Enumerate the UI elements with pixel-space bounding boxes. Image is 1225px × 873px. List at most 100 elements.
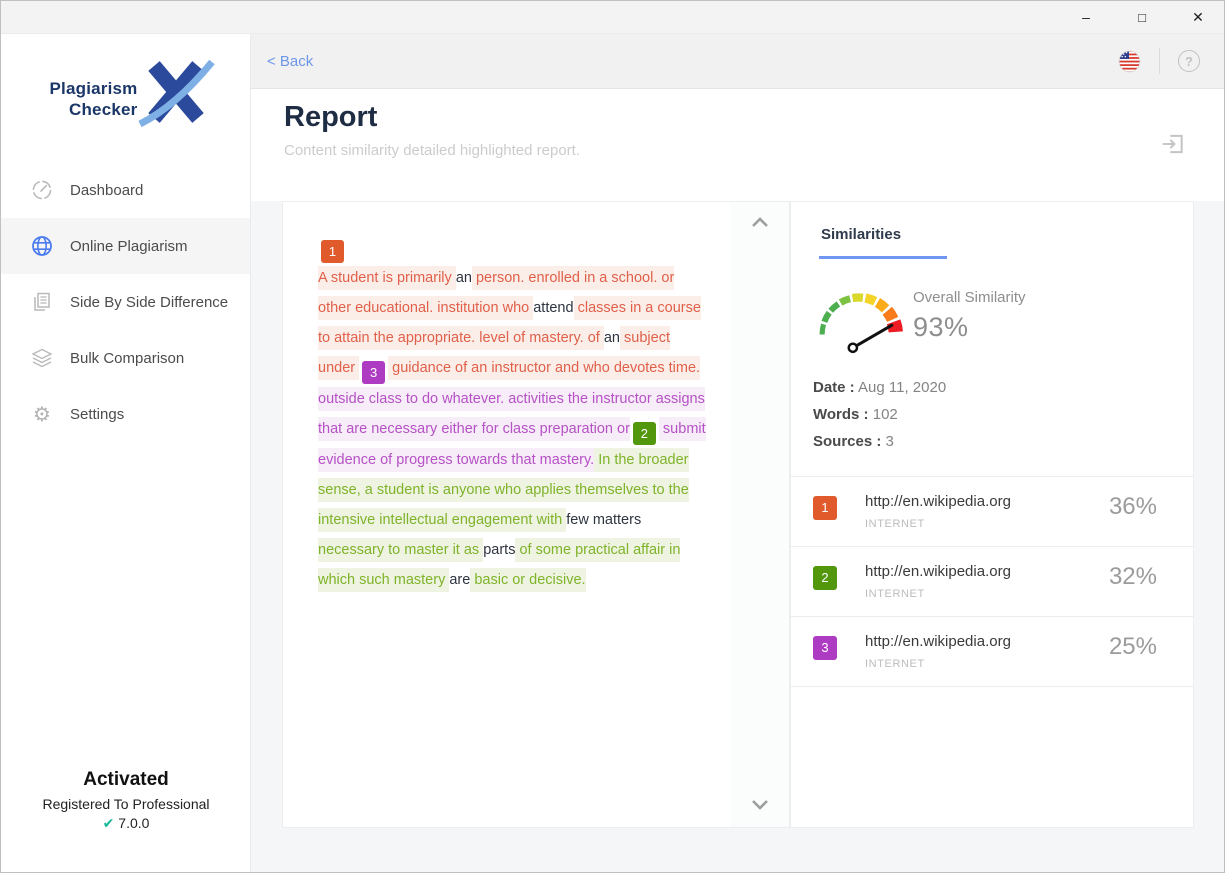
gear-icon: ⚙	[29, 401, 55, 427]
source-row[interactable]: 1 http://en.wikipedia.org INTERNET 36%	[791, 477, 1193, 547]
back-link[interactable]: < Back	[267, 53, 313, 70]
meta-label: Sources :	[813, 433, 881, 450]
sidebar-item-label: Bulk Comparison	[70, 350, 184, 367]
source-info: http://en.wikipedia.org INTERNET	[865, 493, 1011, 530]
text-run: guidance of an instructor and who devote…	[388, 356, 700, 380]
activation-version: ✔7.0.0	[1, 815, 251, 832]
check-icon: ✔	[103, 816, 115, 832]
source-url[interactable]: http://en.wikipedia.org	[865, 563, 1011, 580]
minimize-button[interactable]: –	[1058, 1, 1114, 33]
source-row[interactable]: 2 http://en.wikipedia.org INTERNET 32%	[791, 547, 1193, 617]
overall-similarity-block: Overall Similarity 93%	[791, 259, 1193, 357]
gauge-icon	[29, 177, 55, 203]
divider	[1159, 48, 1160, 74]
similarity-gauge-icon	[805, 275, 913, 357]
text-run: attend	[533, 296, 573, 320]
text-run: basic or decisive.	[470, 568, 585, 592]
meta-row: Date : Aug 11, 2020	[813, 379, 1169, 396]
source-type: INTERNET	[865, 588, 1011, 600]
scroll-down-icon[interactable]	[750, 799, 770, 811]
text-run: A student is primarily	[318, 266, 456, 290]
meta-value: 3	[886, 433, 894, 450]
meta-value: Aug 11, 2020	[858, 379, 946, 396]
logo-wordmark: Plagiarism Checker	[50, 78, 138, 120]
source-percent: 32%	[1109, 563, 1157, 591]
activation-registered: Registered To Professional	[1, 796, 251, 812]
logo-line2: Checker	[50, 99, 138, 120]
sidebar-item-side-by-side[interactable]: Side By Side Difference	[1, 274, 250, 330]
title-bar: – □ ✕	[1, 1, 1225, 34]
text-run: few matters	[566, 508, 641, 532]
source-percent: 25%	[1109, 633, 1157, 661]
meta-row: Words : 102	[813, 406, 1169, 423]
sidebar-nav: Dashboard Online Plagiarism Side By Side…	[1, 162, 250, 442]
source-badge-1[interactable]: 1	[321, 240, 344, 263]
source-badge: 3	[813, 636, 837, 660]
text-run: 3	[362, 361, 385, 384]
page-header: Report Content similarity detailed highl…	[251, 89, 1225, 201]
document-panel: 1 A student is primarily an person. enro…	[282, 201, 730, 828]
meta-label: Date :	[813, 379, 855, 396]
activation-status: Activated Registered To Professional ✔7.…	[1, 769, 251, 832]
source-url[interactable]: http://en.wikipedia.org	[865, 493, 1011, 510]
source-badge: 1	[813, 496, 837, 520]
tab-row: Similarities	[791, 202, 1193, 259]
layers-icon	[29, 345, 55, 371]
help-icon[interactable]: ?	[1178, 50, 1200, 72]
pages-icon	[29, 289, 55, 315]
sidebar-item-label: Online Plagiarism	[70, 238, 188, 255]
source-row[interactable]: 3 http://en.wikipedia.org INTERNET 25%	[791, 617, 1193, 687]
report-meta: Date : Aug 11, 2020 Words : 102 Sources : …	[791, 357, 1193, 477]
source-url[interactable]: http://en.wikipedia.org	[865, 633, 1011, 650]
meta-label: Words :	[813, 406, 869, 423]
top-bar-right: ?	[1118, 48, 1200, 74]
text-run: 2	[633, 422, 656, 445]
export-icon[interactable]	[1160, 131, 1186, 157]
overall-similarity-value: 93%	[913, 312, 1026, 343]
source-info: http://en.wikipedia.org INTERNET	[865, 633, 1011, 670]
source-list: 1 http://en.wikipedia.org INTERNET 36% 2 http…	[791, 477, 1193, 687]
sidebar-item-bulk-comparison[interactable]: Bulk Comparison	[1, 330, 250, 386]
page-title: Report	[284, 101, 1225, 134]
overall-similarity-label: Overall Similarity	[913, 289, 1026, 306]
page-subtitle: Content similarity detailed highlighted …	[284, 142, 1225, 159]
similarities-panel: Similarities	[790, 201, 1194, 828]
meta-row: Sources : 3	[813, 433, 1169, 450]
report-content: 1 A student is primarily an person. enro…	[251, 201, 1225, 873]
logo-x-icon	[136, 54, 216, 130]
source-type: INTERNET	[865, 518, 1011, 530]
text-run: an	[604, 326, 620, 350]
source-info: http://en.wikipedia.org INTERNET	[865, 563, 1011, 600]
logo-line1: Plagiarism	[50, 78, 138, 99]
app-logo: Plagiarism Checker	[26, 60, 226, 136]
sidebar-item-dashboard[interactable]: Dashboard	[1, 162, 250, 218]
sidebar: Plagiarism Checker Dashboard Online Pl	[1, 34, 251, 873]
source-percent: 36%	[1109, 493, 1157, 521]
text-run: necessary to master it as	[318, 538, 483, 562]
globe-icon	[29, 233, 55, 259]
sidebar-item-settings[interactable]: ⚙ Settings	[1, 386, 250, 442]
source-type: INTERNET	[865, 658, 1011, 670]
app-window: – □ ✕ Plagiarism Checker Dashboard	[0, 0, 1225, 873]
tab-similarities[interactable]: Similarities	[819, 226, 947, 259]
document-text: A student is primarily an person. enroll…	[318, 263, 710, 595]
text-run: are	[449, 568, 470, 592]
main-area: < Back ? R	[251, 34, 1225, 873]
sidebar-item-label: Dashboard	[70, 182, 143, 199]
version-number: 7.0.0	[118, 815, 149, 831]
close-button[interactable]: ✕	[1170, 1, 1225, 33]
meta-value: 102	[873, 406, 898, 423]
top-bar: < Back ?	[251, 34, 1225, 89]
maximize-button[interactable]: □	[1114, 1, 1170, 33]
sidebar-item-online-plagiarism[interactable]: Online Plagiarism	[1, 218, 250, 274]
text-run: an	[456, 266, 472, 290]
scroll-up-icon[interactable]	[750, 216, 770, 228]
activation-title: Activated	[1, 769, 251, 791]
sidebar-item-label: Side By Side Difference	[70, 294, 228, 311]
us-flag-icon[interactable]	[1118, 50, 1141, 73]
document-scrollbar[interactable]	[730, 201, 790, 828]
text-run: parts	[483, 538, 515, 562]
overall-similarity: Overall Similarity 93%	[913, 289, 1026, 343]
source-badge: 2	[813, 566, 837, 590]
sidebar-item-label: Settings	[70, 406, 124, 423]
